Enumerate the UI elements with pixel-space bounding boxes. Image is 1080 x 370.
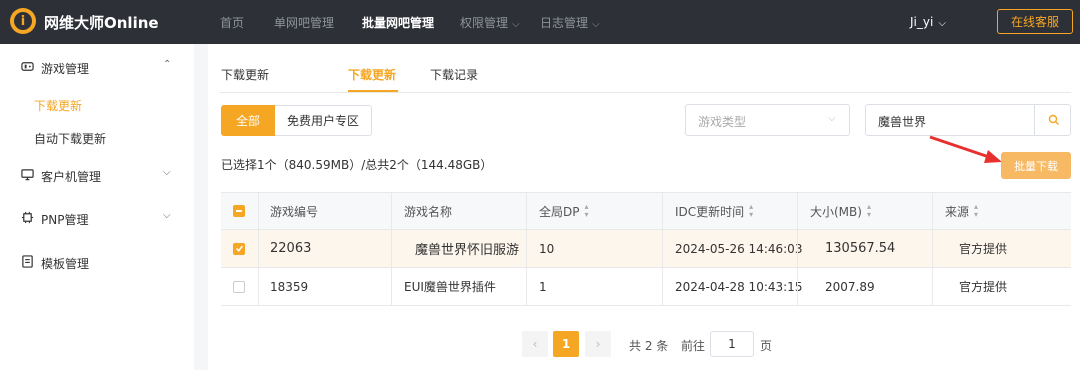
chevron-down-icon: ⌵ bbox=[512, 19, 520, 30]
sort-icon: ▴ ▾ bbox=[866, 202, 871, 219]
sidebar-item-auto-download-update[interactable]: 自动下载更新 bbox=[34, 130, 106, 147]
nav-permissions[interactable]: 权限管理 ⌵ bbox=[460, 14, 520, 31]
games-table: 游戏编号 游戏名称 全局DP ▴ ▾ IDC更新时间 ▴ ▾ 大小(MB) ▴ ▾ 来源 ▴ ▾… bbox=[221, 192, 1071, 306]
cell-game-name: 魔兽世界怀旧服游 bbox=[391, 230, 519, 267]
cell-idc-update-time: 2024-04-28 10:43:15 bbox=[662, 268, 802, 305]
sort-icon: ▴ ▾ bbox=[749, 202, 754, 219]
gamepad-icon bbox=[21, 62, 34, 71]
cell-idc-update-time: 2024-05-26 14:46:03 bbox=[662, 230, 802, 267]
nav-logs[interactable]: 日志管理 ⌵ bbox=[540, 14, 600, 31]
column-game-id: 游戏编号 bbox=[258, 193, 318, 229]
column-size[interactable]: 大小(MB) ▴ ▾ bbox=[797, 193, 871, 229]
monitor-icon bbox=[21, 169, 34, 181]
document-icon bbox=[22, 255, 33, 268]
game-type-select[interactable]: 游戏类型 ⌵ bbox=[685, 104, 850, 136]
tab-download-records[interactable]: 下载记录 bbox=[430, 66, 478, 83]
tab-download-update-title[interactable]: 下载更新 bbox=[221, 66, 269, 83]
cell-source: 官方提供 bbox=[932, 230, 1007, 267]
sidebar-label-game-management: 游戏管理 bbox=[41, 62, 90, 76]
brand-name: 网维大师Online bbox=[44, 14, 159, 32]
next-page-button[interactable]: › bbox=[585, 331, 611, 357]
game-type-placeholder: 游戏类型 bbox=[698, 115, 747, 129]
cell-size: 130567.54 bbox=[797, 230, 895, 267]
cell-size: 2007.89 bbox=[797, 268, 875, 305]
nav-logs-label: 日志管理 bbox=[540, 16, 589, 30]
prev-page-button[interactable]: ‹ bbox=[522, 331, 548, 357]
column-source-label: 来源 bbox=[945, 204, 970, 219]
username: Ji_yi bbox=[910, 15, 934, 29]
online-service-button[interactable]: 在线客服 bbox=[997, 9, 1073, 34]
page-suffix: 页 bbox=[760, 339, 773, 353]
nav-single-cafe[interactable]: 单网吧管理 bbox=[274, 14, 334, 31]
column-global-dp[interactable]: 全局DP ▴ ▾ bbox=[526, 193, 589, 229]
nav-home[interactable]: 首页 bbox=[220, 14, 244, 31]
sidebar-item-template-management[interactable]: 模板管理 bbox=[0, 252, 194, 272]
column-idc-update-time[interactable]: IDC更新时间 ▴ ▾ bbox=[662, 193, 753, 229]
sidebar-item-game-management[interactable]: 游戏管理 ⌃ bbox=[0, 57, 194, 77]
cell-game-id: 18359 bbox=[258, 268, 308, 305]
search-button[interactable] bbox=[1034, 104, 1072, 136]
chevron-up-icon: ⌃ bbox=[163, 59, 172, 70]
search-icon bbox=[1048, 114, 1059, 125]
chevron-down-icon: ⌵ bbox=[163, 210, 171, 221]
brand-logo-icon[interactable]: i bbox=[10, 8, 36, 34]
batch-download-button[interactable]: 批量下载 bbox=[1001, 152, 1071, 179]
sidebar-label-template-management: 模板管理 bbox=[41, 257, 90, 271]
cell-source: 官方提供 bbox=[932, 268, 1007, 305]
table-row[interactable]: 22063 魔兽世界怀旧服游 10 2024-05-26 14:46:03 13… bbox=[221, 230, 1071, 268]
cell-game-name: EUI魔兽世界插件 bbox=[391, 268, 496, 305]
row-checkbox[interactable] bbox=[233, 280, 245, 293]
table-row[interactable]: 18359 EUI魔兽世界插件 1 2024-04-28 10:43:15 20… bbox=[221, 268, 1071, 306]
filter-free-zone-button[interactable]: 免费用户专区 bbox=[275, 105, 372, 136]
row-checkbox-cell[interactable] bbox=[233, 268, 245, 305]
sidebar-item-pnp-management[interactable]: PNP管理 ⌵ bbox=[0, 208, 194, 228]
cell-global-dp: 10 bbox=[526, 230, 554, 267]
goto-label: 前往 bbox=[681, 339, 706, 353]
page-number-input[interactable]: 1 bbox=[710, 331, 754, 357]
sidebar-label-client-management: 客户机管理 bbox=[41, 170, 102, 184]
chevron-down-icon: ⌵ bbox=[592, 19, 600, 30]
sort-icon: ▴ ▾ bbox=[584, 202, 589, 219]
sidebar-item-download-update[interactable]: 下载更新 bbox=[34, 97, 82, 114]
tab-download-update[interactable]: 下载更新 bbox=[348, 66, 396, 83]
select-all-cell[interactable] bbox=[233, 193, 245, 229]
select-all-checkbox[interactable] bbox=[233, 205, 245, 217]
filter-all-button[interactable]: 全部 bbox=[221, 105, 275, 136]
sidebar: 游戏管理 ⌃ 下载更新 自动下载更新 客户机管理 ⌵ PNP管理 ⌵ 模板管理 bbox=[0, 44, 194, 370]
sidebar-label-pnp-management: PNP管理 bbox=[41, 213, 89, 227]
checkmark-icon bbox=[235, 245, 243, 252]
table-header-row: 游戏编号 游戏名称 全局DP ▴ ▾ IDC更新时间 ▴ ▾ 大小(MB) ▴ ▾ 来源 ▴ ▾ bbox=[221, 192, 1071, 230]
total-count: 共 2 条 bbox=[629, 339, 669, 353]
nav-batch-cafe[interactable]: 批量网吧管理 bbox=[362, 14, 434, 31]
top-navigation-bar: i 网维大师Online 首页 单网吧管理 批量网吧管理 权限管理 ⌵ 日志管理 ⌵… bbox=[0, 0, 1080, 44]
row-checkbox-checked[interactable] bbox=[233, 242, 245, 255]
red-arrow-annotation-icon bbox=[929, 135, 1002, 163]
chevron-right-icon: › bbox=[595, 337, 601, 351]
cell-global-dp: 1 bbox=[526, 268, 547, 305]
cell-game-id: 22063 bbox=[258, 230, 311, 267]
chevron-left-icon: ‹ bbox=[532, 337, 538, 351]
nav-permissions-label: 权限管理 bbox=[460, 16, 509, 30]
column-idc-update-time-label: IDC更新时间 bbox=[675, 204, 745, 219]
main-panel: 下载更新 下载更新 下载记录 全部 免费用户专区 游戏类型 ⌵ 魔兽世界 已选择… bbox=[208, 44, 1080, 370]
chevron-down-icon: ⌵ bbox=[938, 18, 946, 29]
row-checkbox-cell[interactable] bbox=[233, 230, 245, 267]
user-menu[interactable]: Ji_yi ⌵ bbox=[910, 15, 946, 29]
tab-divider bbox=[220, 92, 1071, 93]
column-game-name: 游戏名称 bbox=[391, 193, 452, 229]
chip-icon bbox=[21, 211, 34, 224]
column-size-label: 大小(MB) bbox=[810, 204, 862, 219]
column-global-dp-label: 全局DP bbox=[539, 204, 580, 219]
chevron-down-icon: ⌵ bbox=[163, 167, 171, 178]
search-value: 魔兽世界 bbox=[878, 115, 927, 129]
sort-icon: ▴ ▾ bbox=[974, 202, 979, 219]
chevron-down-icon: ⌵ bbox=[828, 113, 836, 124]
column-source[interactable]: 来源 ▴ ▾ bbox=[932, 193, 978, 229]
search-input[interactable]: 魔兽世界 bbox=[865, 104, 1071, 136]
selection-summary: 已选择1个（840.59MB）/总共2个（144.48GB） bbox=[221, 158, 493, 172]
sidebar-item-client-management[interactable]: 客户机管理 ⌵ bbox=[0, 165, 194, 185]
current-page-button[interactable]: 1 bbox=[553, 331, 579, 357]
